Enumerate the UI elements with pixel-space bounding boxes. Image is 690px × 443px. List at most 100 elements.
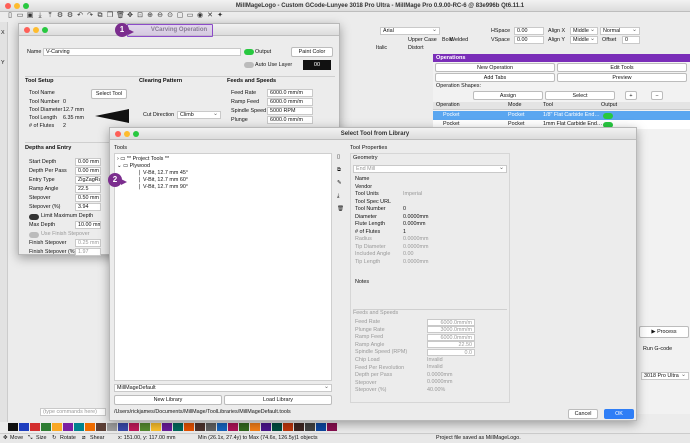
load-library-button[interactable]: Load Library: [224, 395, 332, 405]
max-depth-input[interactable]: 10.00 mm: [75, 221, 101, 229]
geometry-row-value[interactable]: 0.0000mm: [403, 259, 428, 266]
zoom-window-icon[interactable]: [133, 130, 139, 137]
delete-tool-icon[interactable]: 🗑: [337, 206, 344, 213]
tools-icon[interactable]: ✕: [206, 12, 214, 20]
process-button[interactable]: ▶ Process: [639, 326, 689, 338]
palette-swatch[interactable]: [52, 423, 62, 431]
close-window-icon[interactable]: [115, 130, 121, 137]
palette-swatch[interactable]: [19, 423, 29, 431]
start-depth-input[interactable]: 0.00 mm: [75, 158, 101, 166]
shear-mode[interactable]: Shear: [90, 435, 104, 442]
add-tabs-button[interactable]: Add Tabs: [435, 73, 555, 82]
wand-icon[interactable]: ✦: [216, 12, 224, 20]
paint-color-button[interactable]: Paint Color: [291, 47, 333, 57]
feed-rate-input[interactable]: 6000.0 mm/m: [267, 89, 313, 97]
camera-icon[interactable]: ◉: [196, 12, 204, 20]
vspace-input[interactable]: 0.00: [514, 36, 544, 44]
palette-swatch[interactable]: [162, 423, 172, 431]
export-icon[interactable]: ⤒: [46, 12, 54, 20]
monitor-icon[interactable]: ▭: [186, 12, 194, 20]
aligny-select[interactable]: Middle: [570, 36, 598, 44]
undo-icon[interactable]: ↶: [76, 12, 84, 20]
palette-swatch[interactable]: [195, 423, 205, 431]
import-icon[interactable]: ⤓: [36, 12, 44, 20]
upper-case-option[interactable]: Upper Case: [408, 37, 437, 44]
geometry-row-value[interactable]: 0.0000mm: [403, 244, 428, 251]
palette-swatch[interactable]: [250, 423, 260, 431]
palette-swatch[interactable]: [129, 423, 139, 431]
cancel-button[interactable]: Cancel: [568, 409, 598, 419]
select-tool-button[interactable]: Select Tool: [91, 89, 127, 99]
distort-option[interactable]: Distort: [408, 45, 424, 52]
palette-swatch[interactable]: [283, 423, 293, 431]
palette-swatch[interactable]: [217, 423, 227, 431]
palette-swatch[interactable]: [173, 423, 183, 431]
palette-swatch[interactable]: [85, 423, 95, 431]
geometry-row-value[interactable]: 1: [403, 229, 406, 236]
geometry-row-value[interactable]: 0.000mm: [403, 221, 425, 228]
delete-icon[interactable]: 🗑: [116, 12, 125, 20]
ok-button[interactable]: OK: [604, 409, 634, 419]
feeds-row-value[interactable]: 22.50: [427, 341, 475, 349]
new-operation-button[interactable]: New Operation: [435, 63, 555, 72]
depth-per-pass-input[interactable]: 0.00 mm: [75, 167, 101, 175]
palette-swatch[interactable]: [261, 423, 271, 431]
palette-swatch[interactable]: [316, 423, 326, 431]
palette-swatch[interactable]: [272, 423, 282, 431]
console-input[interactable]: (type commands here): [40, 408, 106, 416]
palette-swatch[interactable]: [184, 423, 194, 431]
feeds-row-value[interactable]: 0.0: [427, 348, 475, 356]
plunge-input[interactable]: 6000.0 mm/m: [267, 116, 313, 124]
edit-tool-icon[interactable]: ✎: [337, 180, 342, 187]
welded-option[interactable]: Welded: [450, 37, 468, 44]
move-icon[interactable]: ✥: [3, 435, 8, 442]
frame-icon[interactable]: ▢: [176, 12, 184, 20]
output-toggle[interactable]: [244, 49, 254, 55]
preview-button[interactable]: Preview: [557, 73, 687, 82]
assign-button[interactable]: Assign: [473, 91, 543, 100]
zoom-window-icon[interactable]: [23, 2, 29, 9]
palette-swatch[interactable]: [41, 423, 51, 431]
palette-swatch[interactable]: [206, 423, 216, 431]
geometry-row-value[interactable]: Imperial: [403, 191, 422, 198]
output-toggle[interactable]: [603, 113, 613, 119]
layer-number[interactable]: 00: [303, 60, 331, 70]
palette-swatch[interactable]: [118, 423, 128, 431]
redo-icon[interactable]: ↷: [86, 12, 94, 20]
finish-stepover-pct-input[interactable]: 1.97: [75, 248, 101, 256]
auto-use-layer-toggle[interactable]: [244, 62, 254, 68]
stepover-input[interactable]: 0.50 mm: [75, 194, 101, 202]
minimize-window-icon[interactable]: [124, 130, 130, 137]
move-mode[interactable]: Move: [10, 435, 23, 442]
feeds-row-value[interactable]: 3000.0mm/m: [427, 326, 475, 334]
geometry-row-value[interactable]: 0.0000mm: [403, 214, 428, 221]
palette-swatch[interactable]: [305, 423, 315, 431]
pan-icon[interactable]: ✥: [126, 12, 134, 20]
library-select[interactable]: MillMageDefault: [114, 384, 332, 392]
new-library-button[interactable]: New Library: [114, 395, 222, 405]
spindle-speed-input[interactable]: 5000 RPM: [267, 107, 313, 115]
offset-input[interactable]: 0: [622, 36, 640, 44]
palette-swatch[interactable]: [107, 423, 117, 431]
device-select[interactable]: 3018 Pro Ultra: [641, 372, 689, 380]
copy-icon[interactable]: ⧉: [96, 12, 104, 20]
new-tool-icon[interactable]: ▯: [337, 154, 340, 161]
zoom-window-icon[interactable]: [42, 26, 48, 33]
stepover-pct-input[interactable]: 3.94: [75, 203, 101, 211]
remove-operation-button[interactable]: −: [651, 91, 663, 100]
zoom-out-icon[interactable]: ⊖: [156, 12, 164, 20]
italic-option[interactable]: Italic: [376, 45, 387, 52]
settings-icon[interactable]: ⚙: [56, 12, 64, 20]
machine-settings-icon[interactable]: ⚙: [66, 12, 74, 20]
cut-direction-select[interactable]: Climb: [177, 111, 221, 119]
palette-swatch[interactable]: [228, 423, 238, 431]
save-icon[interactable]: ▣: [26, 12, 34, 20]
tool-type-select[interactable]: End Mill: [353, 165, 507, 173]
entry-type-select[interactable]: ZigZagRam: [75, 176, 101, 184]
close-window-icon[interactable]: [24, 26, 30, 33]
list-item[interactable]: ❘ V-Bit, 12.7 mm 90°: [137, 183, 188, 192]
rotate-mode[interactable]: Rotate: [60, 435, 76, 442]
font-select[interactable]: Arial: [380, 27, 440, 35]
edit-tools-button[interactable]: Edit Tools: [557, 63, 687, 72]
close-window-icon[interactable]: [5, 2, 11, 9]
